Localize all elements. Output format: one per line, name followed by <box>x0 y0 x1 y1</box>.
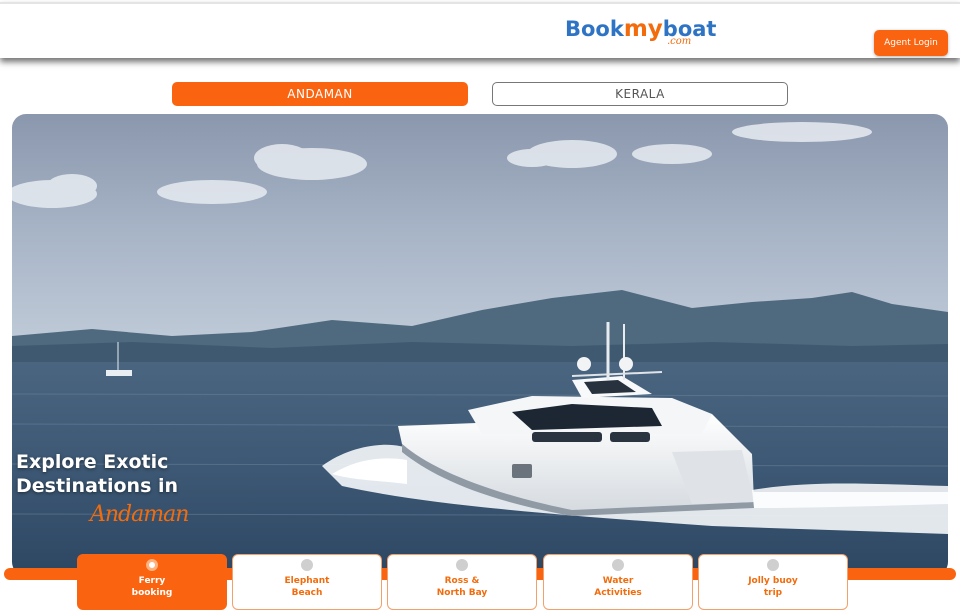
service-card-ferry-booking[interactable]: Ferry booking <box>77 554 227 610</box>
radio-dot-icon <box>456 559 468 571</box>
service-card-elephant-beach[interactable]: Elephant Beach <box>232 554 382 610</box>
radio-dot-icon <box>612 559 624 571</box>
service-card-water-activities[interactable]: Water Activities <box>543 554 693 610</box>
service-card-label: Elephant Beach <box>284 576 330 598</box>
hero-script-destination: Andaman <box>90 502 189 527</box>
site-header: Bookmyboat .com Agent Login <box>0 2 960 58</box>
logo-wordmark: Bookmyboat <box>565 16 717 42</box>
service-card-label: Ferry booking <box>131 576 173 598</box>
radio-dot-icon <box>146 559 158 571</box>
radio-dot-icon <box>767 559 779 571</box>
agent-login-button[interactable]: Agent Login <box>874 30 948 56</box>
service-card-jolly-buoy-trip[interactable]: Jolly buoy trip <box>698 554 848 610</box>
service-card-label: Water Activities <box>594 576 642 598</box>
tab-kerala[interactable]: KERALA <box>492 82 788 106</box>
hero-headline-line1: Explore Exotic <box>16 451 169 473</box>
service-card-label: Jolly buoy trip <box>748 576 798 598</box>
hero-headline-line2: Destinations in <box>16 475 179 497</box>
service-card-ross-north-bay[interactable]: Ross & North Bay <box>387 554 537 610</box>
radio-dot-icon <box>301 559 313 571</box>
tab-andaman[interactable]: ANDAMAN <box>172 82 468 106</box>
bookmyboat-logo[interactable]: Bookmyboat .com <box>565 16 716 50</box>
hero-headline: Explore Exotic Destinations in <box>16 450 178 498</box>
logo-dotcom: .com <box>667 36 692 47</box>
service-card-label: Ross & North Bay <box>436 576 488 598</box>
